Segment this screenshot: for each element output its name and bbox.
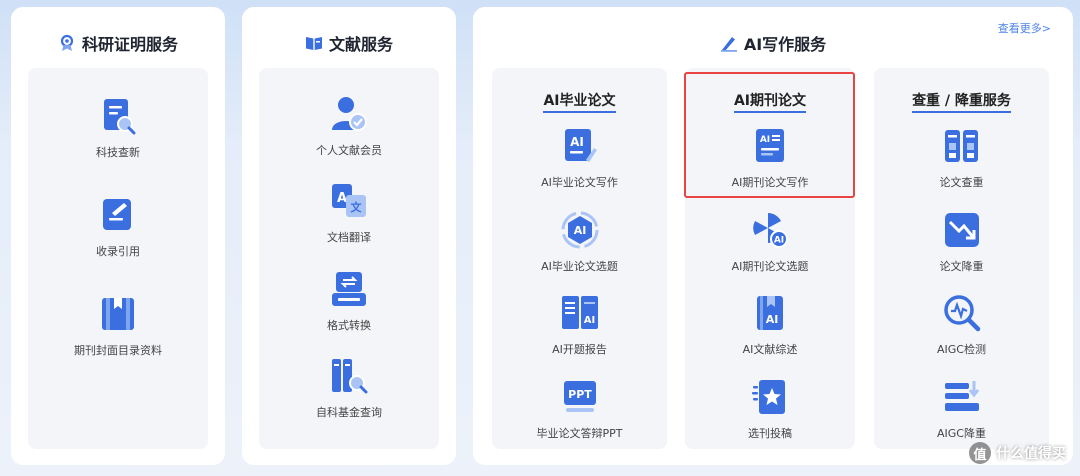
plagiarism-title: 查重 / 降重服务	[874, 90, 1049, 113]
svg-text:AI: AI	[760, 135, 770, 145]
svg-text:AI: AI	[583, 315, 594, 326]
layers-down-icon	[944, 381, 979, 411]
trend-down-icon	[944, 213, 979, 247]
research-panel-title: 科研证明服务	[11, 31, 225, 55]
literature-panel-title-text: 文献服务	[328, 35, 393, 54]
award-ribbon-icon	[60, 34, 74, 51]
format-convert-icon	[332, 272, 366, 306]
ai-journal-card: AI期刊论文 AI AI期刊论文写作 AI AI期刊论文选题 AI AI文献综述…	[685, 68, 855, 449]
item-label: 个人文献会员	[316, 144, 382, 157]
watermark-badge: 值	[969, 442, 991, 464]
item-label: 科技查新	[96, 146, 140, 159]
item-plagiarism-check[interactable]: 论文查重	[874, 126, 1049, 190]
ai-journal-icon: AI	[756, 129, 784, 162]
ai-fan-icon: AI	[753, 213, 788, 248]
svg-text:AI: AI	[766, 313, 779, 326]
ai-panel-title-text: AI写作服务	[743, 35, 827, 54]
literature-panel-title: 文献服务	[242, 31, 456, 55]
watermark-text: 什么值得买	[996, 446, 1066, 462]
item-label: AI开题报告	[552, 343, 607, 356]
item-label: 毕业论文答辩PPT	[536, 427, 623, 440]
document-edit-icon	[103, 199, 131, 230]
item-personal-membership[interactable]: 个人文献会员	[259, 94, 439, 158]
item-label: 论文降重	[939, 260, 984, 273]
ai-open-book-icon: AI	[561, 296, 598, 329]
research-card: 科技查新 收录引用 期刊封面目录资料	[28, 68, 208, 449]
item-label: AI文献综述	[742, 343, 798, 356]
svg-text:AI: AI	[570, 135, 584, 149]
ai-badge-icon: AI	[561, 211, 598, 249]
ai-pen-icon	[720, 37, 737, 52]
svg-text:AI: AI	[573, 224, 586, 237]
item-document-translation[interactable]: A 文 文档翻译	[259, 181, 439, 245]
fund-search-icon	[332, 359, 368, 394]
journal-book-icon	[102, 298, 134, 330]
user-verified-icon	[332, 97, 367, 131]
item-label: AI期刊论文选题	[731, 260, 809, 273]
literature-card: 个人文献会员 A 文 文档翻译 格式转换 自科基金查询	[259, 68, 439, 449]
translate-icon: A 文	[332, 184, 366, 217]
item-label: 自科基金查询	[316, 406, 382, 419]
item-ai-proposal-report[interactable]: AI AI开题报告	[492, 293, 667, 357]
item-plagiarism-reduction[interactable]: 论文降重	[874, 210, 1049, 274]
item-ai-literature-review[interactable]: AI AI文献综述	[685, 293, 855, 357]
magnifier-wave-icon	[943, 295, 980, 332]
svg-text:PPT: PPT	[568, 388, 592, 401]
item-label: AIGC检测	[937, 343, 986, 356]
item-nsf-fund-search[interactable]: 自科基金查询	[259, 356, 439, 420]
view-more-link[interactable]: 查看更多>	[998, 20, 1051, 36]
ai-panel-title: AI写作服务	[473, 31, 1073, 55]
ai-journal-title: AI期刊论文	[685, 90, 855, 113]
item-label: 期刊封面目录资料	[74, 344, 162, 357]
item-aigc-reduction[interactable]: AIGC降重	[874, 377, 1049, 441]
item-label: 选刊投稿	[748, 427, 792, 440]
item-journal-submission[interactable]: 选刊投稿	[685, 377, 855, 441]
document-search-icon	[104, 99, 136, 135]
ai-thesis-card: AI毕业论文 AI AI毕业论文写作 AI AI毕业论文选题 AI AI开题报告…	[492, 68, 667, 449]
item-aigc-detection[interactable]: AIGC检测	[874, 293, 1049, 357]
item-ai-thesis-topic[interactable]: AI AI毕业论文选题	[492, 210, 667, 274]
research-panel-title-text: 科研证明服务	[81, 35, 178, 54]
item-label: 收录引用	[96, 245, 140, 258]
item-label: AI毕业论文写作	[541, 176, 618, 189]
ai-writing-panel: AI写作服务 查看更多> AI毕业论文 AI AI毕业论文写作 AI AI毕业论…	[473, 7, 1073, 465]
item-label: 文档翻译	[327, 231, 371, 244]
item-label: 论文查重	[939, 176, 984, 189]
item-format-conversion[interactable]: 格式转换	[259, 269, 439, 333]
item-label: AI毕业论文选题	[541, 260, 618, 273]
item-journal-cover-toc[interactable]: 期刊封面目录资料	[28, 294, 208, 358]
open-book-icon	[305, 37, 322, 50]
item-label: AIGC降重	[937, 427, 986, 440]
item-defense-ppt[interactable]: PPT 毕业论文答辩PPT	[492, 377, 667, 441]
literature-panel: 文献服务 个人文献会员 A 文 文档翻译 格式转换 自科基金查询	[242, 7, 456, 465]
calculator-icon	[944, 130, 978, 162]
plagiarism-card: 查重 / 降重服务 论文查重 论文降重 AIGC检测 AIGC降重	[874, 68, 1049, 449]
ppt-icon: PPT	[563, 381, 596, 412]
item-indexing-citation[interactable]: 收录引用	[28, 195, 208, 259]
submit-star-icon	[752, 380, 785, 414]
svg-text:AI: AI	[774, 236, 784, 246]
svg-text:A: A	[337, 191, 347, 206]
item-ai-thesis-writing[interactable]: AI AI毕业论文写作	[492, 126, 667, 190]
item-tech-novelty-search[interactable]: 科技查新	[28, 96, 208, 160]
svg-text:文: 文	[351, 200, 363, 214]
item-ai-journal-writing[interactable]: AI AI期刊论文写作	[685, 126, 855, 190]
item-label: 格式转换	[327, 319, 371, 332]
item-ai-journal-topic[interactable]: AI AI期刊论文选题	[685, 210, 855, 274]
ai-document-icon: AI	[564, 129, 597, 162]
ai-thesis-title: AI毕业论文	[492, 90, 667, 113]
item-label: AI期刊论文写作	[731, 176, 809, 189]
watermark: 值 什么值得买	[969, 442, 1066, 464]
ai-bookmark-icon: AI	[757, 296, 783, 330]
research-proof-panel: 科研证明服务 科技查新 收录引用 期刊封面目录资料	[11, 7, 225, 465]
